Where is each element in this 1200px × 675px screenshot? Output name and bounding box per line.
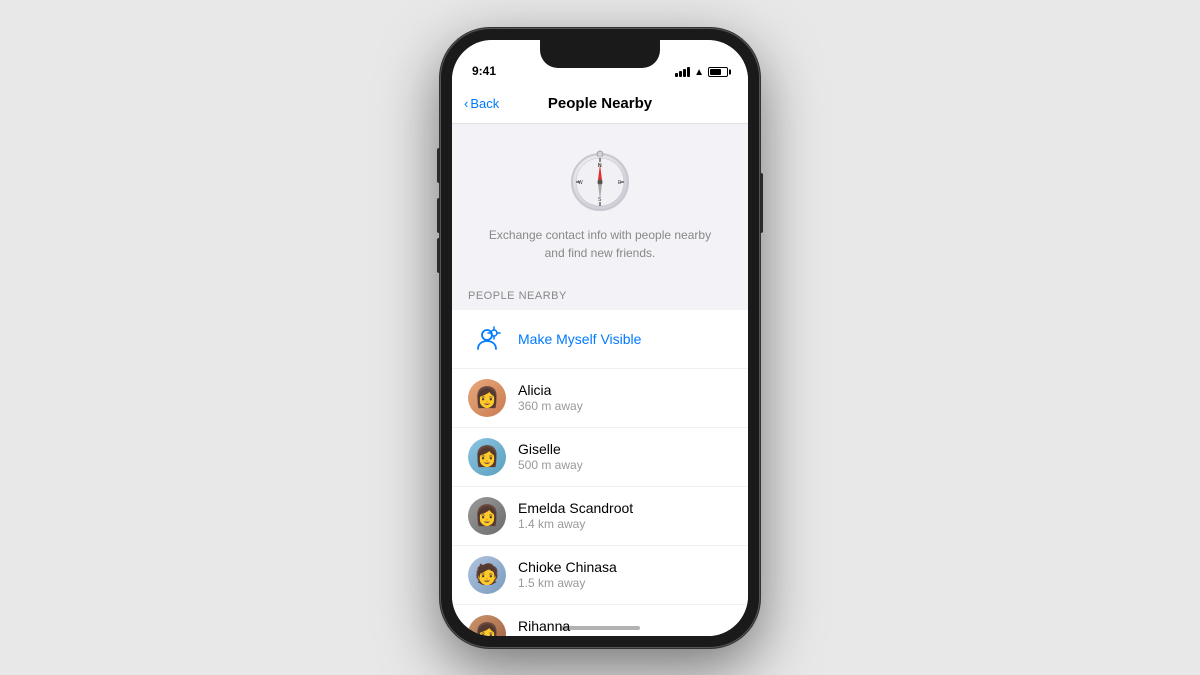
people-nearby-list: Make Myself Visible 👩 Alicia 360 m away <box>452 310 748 636</box>
hero-section: N S E W Exchange cont <box>452 124 748 278</box>
phone-screen: 9:41 ▲ ‹ Back People Nearby <box>452 40 748 636</box>
avatar: 🧑 <box>468 556 506 594</box>
item-name: Alicia <box>518 382 732 398</box>
people-nearby-title: PEOPLE NEARBY <box>468 290 567 302</box>
item-info: Alicia 360 m away <box>518 382 732 413</box>
nav-bar: ‹ Back People Nearby <box>452 84 748 124</box>
scroll-content[interactable]: N S E W Exchange cont <box>452 124 748 636</box>
svg-text:W: W <box>578 180 583 186</box>
list-item[interactable]: 👩 Alicia 360 m away <box>452 369 748 428</box>
list-item[interactable]: 👩 Rihanna 1.6 km away <box>452 605 748 636</box>
avatar: 👩 <box>468 497 506 535</box>
list-item[interactable]: 👩 Giselle 500 m away <box>452 428 748 487</box>
visibility-icon <box>468 320 506 358</box>
item-distance: 1.4 km away <box>518 517 732 531</box>
signal-icon <box>675 67 690 77</box>
list-item[interactable]: 👩 Emelda Scandroot 1.4 km away <box>452 487 748 546</box>
item-info: Giselle 500 m away <box>518 441 732 472</box>
item-distance: 360 m away <box>518 399 732 413</box>
item-name: Giselle <box>518 441 732 457</box>
status-icons: ▲ <box>675 67 728 78</box>
page-title: People Nearby <box>548 95 652 112</box>
avatar: 👩 <box>468 615 506 636</box>
notch <box>540 40 660 68</box>
back-label: Back <box>470 96 499 111</box>
make-visible-item[interactable]: Make Myself Visible <box>452 310 748 369</box>
phone-frame: 9:41 ▲ ‹ Back People Nearby <box>440 28 760 648</box>
back-button[interactable]: ‹ Back <box>464 96 499 111</box>
home-indicator <box>560 626 640 630</box>
avatar: 👩 <box>468 438 506 476</box>
item-distance: 1.6 km away <box>518 635 732 636</box>
chevron-left-icon: ‹ <box>464 96 468 111</box>
item-info: Chioke Chinasa 1.5 km away <box>518 559 732 590</box>
hero-description: Exchange contact info with people nearby… <box>489 226 711 262</box>
list-item[interactable]: 🧑 Chioke Chinasa 1.5 km away <box>452 546 748 605</box>
compass-icon: N S E W <box>564 144 636 216</box>
status-time: 9:41 <box>472 64 496 78</box>
battery-icon <box>708 67 728 77</box>
item-distance: 1.5 km away <box>518 576 732 590</box>
item-info: Emelda Scandroot 1.4 km away <box>518 500 732 531</box>
avatar: 👩 <box>468 379 506 417</box>
item-name: Emelda Scandroot <box>518 500 732 516</box>
item-name: Chioke Chinasa <box>518 559 732 575</box>
wifi-icon: ▲ <box>694 67 704 78</box>
people-nearby-header: PEOPLE NEARBY <box>452 278 748 310</box>
make-visible-label: Make Myself Visible <box>518 331 641 347</box>
item-distance: 500 m away <box>518 458 732 472</box>
